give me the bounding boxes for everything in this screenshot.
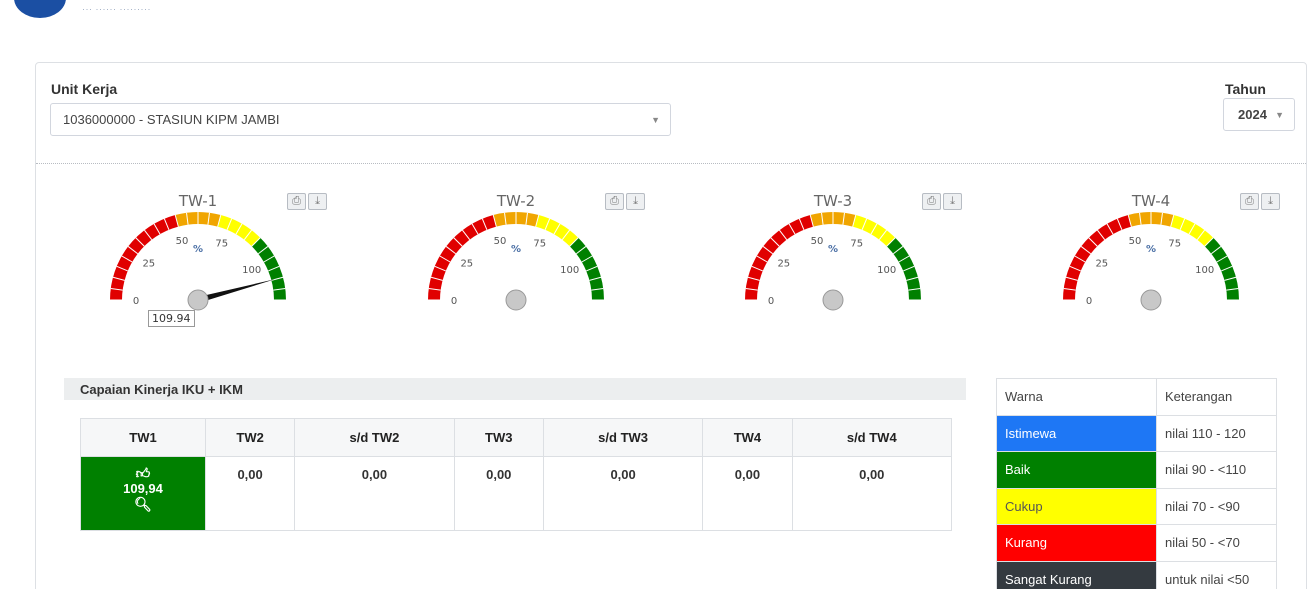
gauge-tw1-svg: 0 25 50 75 100% TW-1 xyxy=(110,192,286,311)
table-cell: 0,00 xyxy=(204,456,296,531)
gauge-value-label: 109.94 xyxy=(148,310,195,327)
legend-desc: nilai 90 - <110 xyxy=(1156,451,1277,489)
gauge-tick-label: 50 xyxy=(494,236,507,247)
tahun-value: 2024 xyxy=(1238,107,1267,122)
gauge-tick-label: 25 xyxy=(1095,258,1108,269)
gauge-hub xyxy=(187,289,209,311)
gauge-tw4: 0 25 50 75 100% TW-4 ⎙ ⤓ xyxy=(1036,190,1280,330)
gauge-hub xyxy=(505,289,527,311)
column-header: TW1 xyxy=(80,418,206,457)
legend-color: Sangat Kurang xyxy=(996,560,1157,589)
gauge-tick-label: 0 xyxy=(451,296,457,307)
legend-row: Cukup nilai 70 - <90 xyxy=(996,487,1277,525)
print-icon[interactable]: ⎙ xyxy=(922,193,941,210)
gauge-tick-label: 25 xyxy=(460,258,473,269)
gauge-tick-label: 75 xyxy=(533,239,546,250)
gauge-tick-label: 25 xyxy=(142,258,155,269)
capaian-table: TW1 TW2 s/d TW2 TW3 s/d TW3 TW4 s/d TW4 … xyxy=(80,418,953,531)
logo xyxy=(14,0,66,18)
thumbs-up-icon: 👍︎ xyxy=(135,465,151,481)
gauge-unit: % xyxy=(828,244,838,255)
gauge-tick-label: 0 xyxy=(1086,296,1092,307)
gauge-title: TW-2 xyxy=(496,192,535,210)
tahun-label: Tahun xyxy=(1225,81,1266,97)
legend-desc: nilai 110 - 120 xyxy=(1156,414,1277,452)
gauge-unit: % xyxy=(1146,244,1156,255)
legend-row: Kurang nilai 50 - <70 xyxy=(996,524,1277,562)
gauge-title: TW-1 xyxy=(178,192,217,210)
legend-row: Baik nilai 90 - <110 xyxy=(996,451,1277,489)
unit-kerja-select[interactable]: 1036000000 - STASIUN KIPM JAMBI ▼ xyxy=(50,103,671,136)
legend-desc: nilai 50 - <70 xyxy=(1156,524,1277,562)
table-cell: 0,00 xyxy=(702,456,793,531)
column-header: TW2 xyxy=(204,418,296,457)
gauge-tick-label: 100 xyxy=(560,265,579,276)
gauge-unit: % xyxy=(511,244,521,255)
legend-desc: untuk nilai <50 xyxy=(1156,560,1277,589)
gauge-tick-label: 0 xyxy=(768,296,774,307)
gauge-tick-label: 0 xyxy=(133,296,139,307)
download-icon[interactable]: ⤓ xyxy=(308,193,327,210)
gauge-tw2-svg: 0 25 50 75 100% TW-2 xyxy=(428,192,604,311)
column-header: TW4 xyxy=(702,418,793,457)
download-icon[interactable]: ⤓ xyxy=(943,193,962,210)
gauge-hub xyxy=(1140,289,1162,311)
gauge-hub xyxy=(822,289,844,311)
gauge-tick-label: 100 xyxy=(242,265,261,276)
gauge-tw4-svg: 0 25 50 75 100% TW-4 xyxy=(1063,192,1239,311)
gauge-tick-label: 100 xyxy=(1195,265,1214,276)
unit-kerja-label: Unit Kerja xyxy=(51,81,118,97)
chevron-down-icon: ▼ xyxy=(651,114,660,125)
table-cell: 0,00 xyxy=(791,456,953,531)
legend-row: Istimewa nilai 110 - 120 xyxy=(996,414,1277,452)
legend-color: Baik xyxy=(996,451,1157,489)
gauge-tw1: 0 25 50 75 100% TW-1 ⎙ ⤓ 109.94 xyxy=(83,190,327,330)
column-header: s/d TW4 xyxy=(791,418,953,457)
table-cell: 0,00 xyxy=(542,456,704,531)
print-icon[interactable]: ⎙ xyxy=(1240,193,1259,210)
download-icon[interactable]: ⤓ xyxy=(1261,193,1280,210)
gauge-tick-label: 50 xyxy=(1129,236,1142,247)
gauge-tick-label: 50 xyxy=(811,236,824,247)
column-header: s/d TW2 xyxy=(294,418,455,457)
download-icon[interactable]: ⤓ xyxy=(626,193,645,210)
gauge-tick-label: 100 xyxy=(877,265,896,276)
legend-row: Sangat Kurang untuk nilai <50 xyxy=(996,560,1277,589)
gauge-title: TW-4 xyxy=(1131,192,1170,210)
divider xyxy=(36,163,1306,164)
gauge-tick-label: 50 xyxy=(176,236,189,247)
gauge-tw3: 0 25 50 75 100% TW-3 ⎙ ⤓ xyxy=(718,190,962,330)
capaian-title: Capaian Kinerja IKU + IKM xyxy=(64,378,966,400)
gauge-tick-label: 75 xyxy=(215,239,228,250)
legend-header-color: Warna xyxy=(996,378,1157,416)
print-icon[interactable]: ⎙ xyxy=(287,193,306,210)
unit-kerja-value: 1036000000 - STASIUN KIPM JAMBI xyxy=(63,112,280,127)
tw1-value: 109,94 xyxy=(123,481,163,496)
search-icon[interactable]: 🔍︎ xyxy=(81,496,205,512)
legend-color: Cukup xyxy=(996,487,1157,525)
chevron-down-icon: ▼ xyxy=(1275,109,1284,120)
gauge-tick-label: 75 xyxy=(1168,239,1181,250)
legend-color: Istimewa xyxy=(996,414,1157,452)
gauge-tw3-svg: 0 25 50 75 100% TW-3 xyxy=(745,192,921,311)
table-cell: 0,00 xyxy=(294,456,455,531)
tahun-select[interactable]: 2024 ▼ xyxy=(1223,98,1295,131)
legend-desc: nilai 70 - <90 xyxy=(1156,487,1277,525)
gauge-unit: % xyxy=(193,244,203,255)
column-header: s/d TW3 xyxy=(542,418,704,457)
gauge-title: TW-3 xyxy=(813,192,852,210)
legend-color: Kurang xyxy=(996,524,1157,562)
legend-table: Warna Keterangan Istimewa nilai 110 - 12… xyxy=(996,378,1277,589)
legend-header-desc: Keterangan xyxy=(1156,378,1277,416)
gauge-tw2: 0 25 50 75 100% TW-2 ⎙ ⤓ xyxy=(401,190,645,330)
print-icon[interactable]: ⎙ xyxy=(605,193,624,210)
tw1-cell[interactable]: 👍︎ 109,94 🔍︎ xyxy=(80,456,206,531)
gauge-tick-label: 25 xyxy=(777,258,790,269)
column-header: TW3 xyxy=(453,418,544,457)
table-cell: 0,00 xyxy=(453,456,544,531)
gauge-needle xyxy=(197,279,276,303)
gauge-tick-label: 75 xyxy=(850,239,863,250)
table-row: 👍︎ 109,94 🔍︎ 0,00 0,00 0,00 0,00 0,00 0,… xyxy=(80,456,953,531)
logo-subtitle: ··· ······ ········· xyxy=(82,4,151,14)
